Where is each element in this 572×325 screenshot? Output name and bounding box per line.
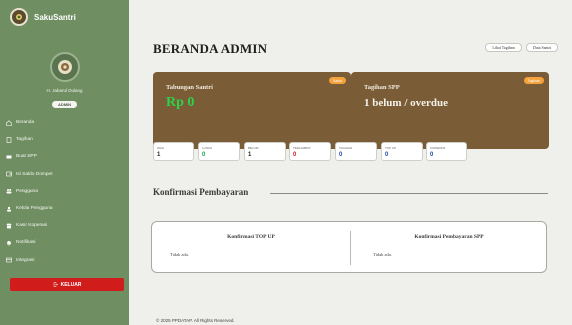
- data-santri-button[interactable]: Data Santri: [526, 43, 558, 52]
- tabungan-badge: Saldo: [329, 77, 346, 84]
- sidebar-item-notifikasi[interactable]: Notifikasi: [0, 234, 129, 251]
- footer: © 2025 PPDATAP. All Rights Reserved.: [156, 318, 235, 323]
- users-icon: [5, 188, 12, 195]
- stat-tagihan: TAGIHAN 0: [335, 142, 377, 161]
- sidebar-item-label: Tagihan: [16, 137, 33, 143]
- sidebar-item-isi-saldo[interactable]: Isi Saldo Dompet: [0, 166, 129, 183]
- logout-button[interactable]: KELUAR: [10, 278, 124, 291]
- brand[interactable]: SakuSantri: [10, 8, 76, 26]
- section-title: Konfirmasi Pembayaran: [153, 187, 249, 197]
- stat-value: 0: [293, 152, 297, 158]
- sidebar-item-pengguna[interactable]: Pengguna: [0, 183, 129, 200]
- tabungan-card: Tabungan Santri Saldo Rp 0: [153, 72, 351, 149]
- sidebar-menu: Beranda Tagihan Buat SPP Isi Saldo Dompe…: [0, 114, 129, 269]
- tagihan-value: 1 belum / overdue: [364, 97, 449, 109]
- tabungan-label: Tabungan Santri: [166, 84, 213, 91]
- spp-body: Tidak ada.: [373, 252, 392, 257]
- lihat-tagihan-button[interactable]: Lihat Tagihan: [485, 43, 522, 52]
- stat-koperasi: KOPERASI 0: [426, 142, 467, 161]
- stat-terlambat: TERLAMBAT 0: [289, 142, 331, 161]
- tagihan-card: Tagihan SPP Tagihan 1 belum / overdue: [351, 72, 549, 149]
- sidebar-item-integrasi[interactable]: Integrasi: [0, 252, 129, 269]
- spp-title: Konfirmasi Pembayaran SPP: [414, 234, 484, 240]
- brand-name: SakuSantri: [34, 12, 76, 22]
- sidebar-item-tagihan[interactable]: Tagihan: [0, 131, 129, 148]
- stat-label: LUNAS: [202, 146, 213, 150]
- home-icon: [5, 119, 12, 126]
- stat-label: BELUM: [248, 146, 259, 150]
- tagihan-badge: Tagihan: [523, 77, 544, 84]
- sidebar-item-label: Integrasi: [16, 257, 35, 263]
- document-icon: [5, 136, 12, 143]
- sidebar-item-label: Kasir Koperasi: [16, 223, 48, 229]
- stat-label: TERLAMBAT: [293, 146, 311, 150]
- bell-icon: [5, 239, 12, 246]
- stat-label: TAGIHAN: [339, 146, 353, 150]
- topup-body: Tidak ada.: [170, 252, 189, 257]
- section-divider: [270, 193, 548, 194]
- stat-wali: WALI 1: [153, 142, 194, 161]
- konfirmasi-panel: Konfirmasi TOP UP Tidak ada. Konfirmasi …: [151, 221, 547, 273]
- sidebar: SakuSantri H. Jabarul Dulang ADMIN Beran…: [0, 0, 129, 325]
- sidebar-item-label: Buat SPP: [16, 154, 37, 160]
- brand-logo-icon: [10, 8, 28, 26]
- profile-name: H. Jabarul Dulang: [46, 88, 83, 93]
- sidebar-item-kasir-koperasi[interactable]: Kasir Koperasi: [0, 217, 129, 234]
- stat-belum: BELUM 1: [244, 142, 286, 161]
- sidebar-item-label: Isi Saldo Dompet: [16, 171, 53, 177]
- sidebar-item-label: Beranda: [16, 120, 35, 126]
- stat-value: 0: [339, 152, 343, 158]
- topup-title: Konfirmasi TOP UP: [227, 234, 275, 240]
- role-badge: ADMIN: [51, 101, 78, 108]
- logout-icon: [53, 282, 58, 287]
- sidebar-item-buat-spp[interactable]: Buat SPP: [0, 148, 129, 165]
- sidebar-item-label: Kelola Pengguna: [16, 206, 53, 212]
- sidebar-item-beranda[interactable]: Beranda: [0, 114, 129, 131]
- stat-value: 1: [248, 152, 252, 158]
- tabungan-value: Rp 0: [166, 95, 195, 110]
- wallet-icon: [5, 171, 12, 178]
- store-icon: [5, 222, 12, 229]
- stat-value: 0: [430, 152, 434, 158]
- user-gear-icon: [5, 205, 12, 212]
- pencil-icon: [5, 153, 12, 160]
- stat-value: 1: [157, 152, 161, 158]
- tagihan-label: Tagihan SPP: [364, 84, 400, 91]
- sidebar-item-label: Notifikasi: [16, 240, 36, 246]
- profile: H. Jabarul Dulang ADMIN: [0, 52, 129, 111]
- stat-value: 0: [385, 152, 389, 158]
- stat-value: 0: [202, 152, 206, 158]
- sidebar-item-label: Pengguna: [16, 188, 38, 194]
- page-title: BERANDA ADMIN: [153, 41, 268, 56]
- sidebar-item-kelola-pengguna[interactable]: Kelola Pengguna: [0, 200, 129, 217]
- link-icon: [5, 257, 12, 264]
- avatar[interactable]: [49, 52, 80, 82]
- stat-label: KOPERASI: [430, 146, 446, 150]
- stat-topup: TOP UP 0: [381, 142, 423, 161]
- stat-label: TOP UP: [385, 146, 397, 150]
- stat-label: WALI: [157, 146, 165, 150]
- stat-lunas: LUNAS 0: [198, 142, 240, 161]
- logout-label: KELUAR: [60, 281, 82, 288]
